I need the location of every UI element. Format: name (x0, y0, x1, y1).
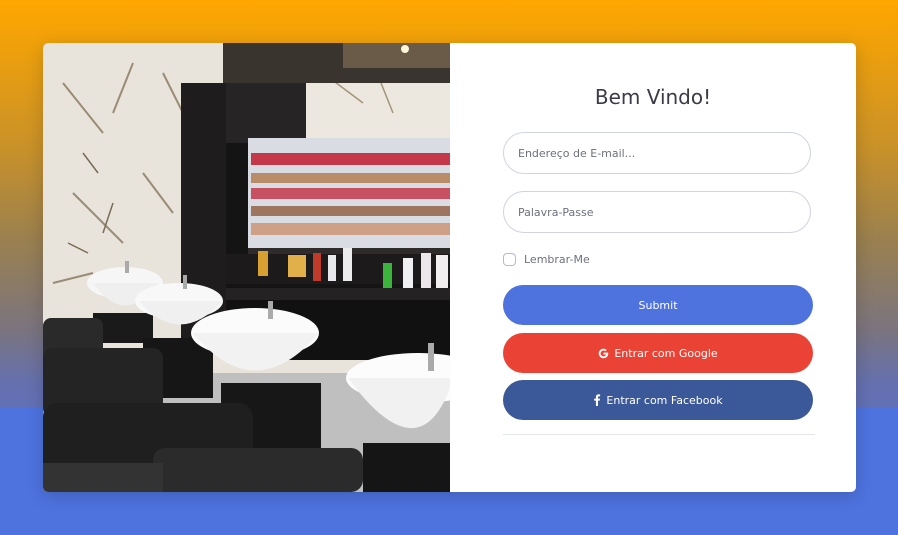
remember-label: Lembrar-Me (524, 253, 590, 266)
divider (503, 434, 815, 435)
remember-me[interactable]: Lembrar-Me (503, 253, 590, 266)
facebook-icon (593, 394, 601, 406)
password-field[interactable] (503, 191, 811, 233)
login-card: Bem Vindo! Lembrar-Me Submit Entrar com … (43, 43, 856, 492)
page-title: Bem Vindo! (594, 85, 712, 109)
google-icon (598, 348, 609, 359)
facebook-login-button[interactable]: Entrar com Facebook (503, 380, 813, 420)
facebook-login-label: Entrar com Facebook (606, 393, 723, 407)
google-login-label: Entrar com Google (614, 346, 718, 360)
login-form: Bem Vindo! Lembrar-Me Submit Entrar com … (450, 43, 856, 492)
google-login-button[interactable]: Entrar com Google (503, 333, 813, 373)
submit-label: Submit (638, 298, 678, 312)
email-field[interactable] (503, 132, 811, 174)
remember-checkbox[interactable] (503, 253, 516, 266)
submit-button[interactable]: Submit (503, 285, 813, 325)
salon-photo (43, 43, 450, 492)
